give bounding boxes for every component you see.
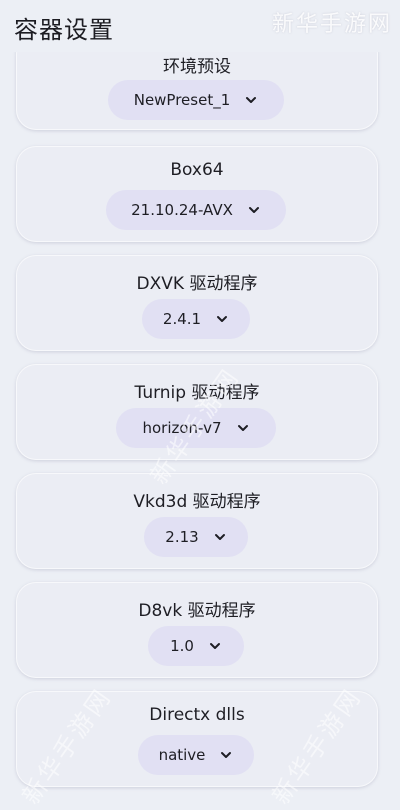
chevron-down-icon [236, 421, 250, 435]
watermark-top: 新华手游网 [271, 12, 392, 37]
d8vk-value: 1.0 [170, 637, 194, 655]
chevron-down-icon [215, 312, 229, 326]
chevron-down-icon [247, 203, 261, 217]
env-preset-value: NewPreset_1 [133, 91, 231, 109]
chevron-down-icon [244, 93, 258, 107]
setting-label-vkd3d: Vkd3d 驱动程序 [133, 492, 261, 512]
setting-label-env-preset: 环境预设 [163, 57, 231, 77]
dxvk-value: 2.4.1 [162, 310, 202, 328]
directx-dlls-value: native [158, 746, 206, 764]
directx-dlls-dropdown[interactable]: native [138, 735, 254, 775]
vkd3d-value: 2.13 [165, 528, 199, 546]
chevron-down-icon [213, 530, 227, 544]
setting-label-d8vk: D8vk 驱动程序 [138, 601, 256, 621]
vkd3d-dropdown[interactable]: 2.13 [144, 517, 248, 557]
setting-label-dxvk: DXVK 驱动程序 [136, 274, 258, 294]
dxvk-dropdown[interactable]: 2.4.1 [142, 299, 250, 339]
setting-label-box64: Box64 [170, 160, 224, 180]
chevron-down-icon [219, 748, 233, 762]
setting-card-vkd3d: Vkd3d 驱动程序 2.13 [16, 473, 378, 569]
page-title: 容器设置 [14, 16, 114, 44]
chevron-down-icon [208, 639, 222, 653]
setting-card-dxvk: DXVK 驱动程序 2.4.1 [16, 255, 378, 351]
setting-card-d8vk: D8vk 驱动程序 1.0 [16, 582, 378, 678]
box64-dropdown[interactable]: 21.10.24-AVX [106, 190, 286, 230]
env-preset-dropdown[interactable]: NewPreset_1 [108, 80, 284, 120]
setting-card-box64: Box64 21.10.24-AVX [16, 146, 378, 242]
box64-value: 21.10.24-AVX [131, 201, 233, 219]
d8vk-dropdown[interactable]: 1.0 [148, 626, 244, 666]
